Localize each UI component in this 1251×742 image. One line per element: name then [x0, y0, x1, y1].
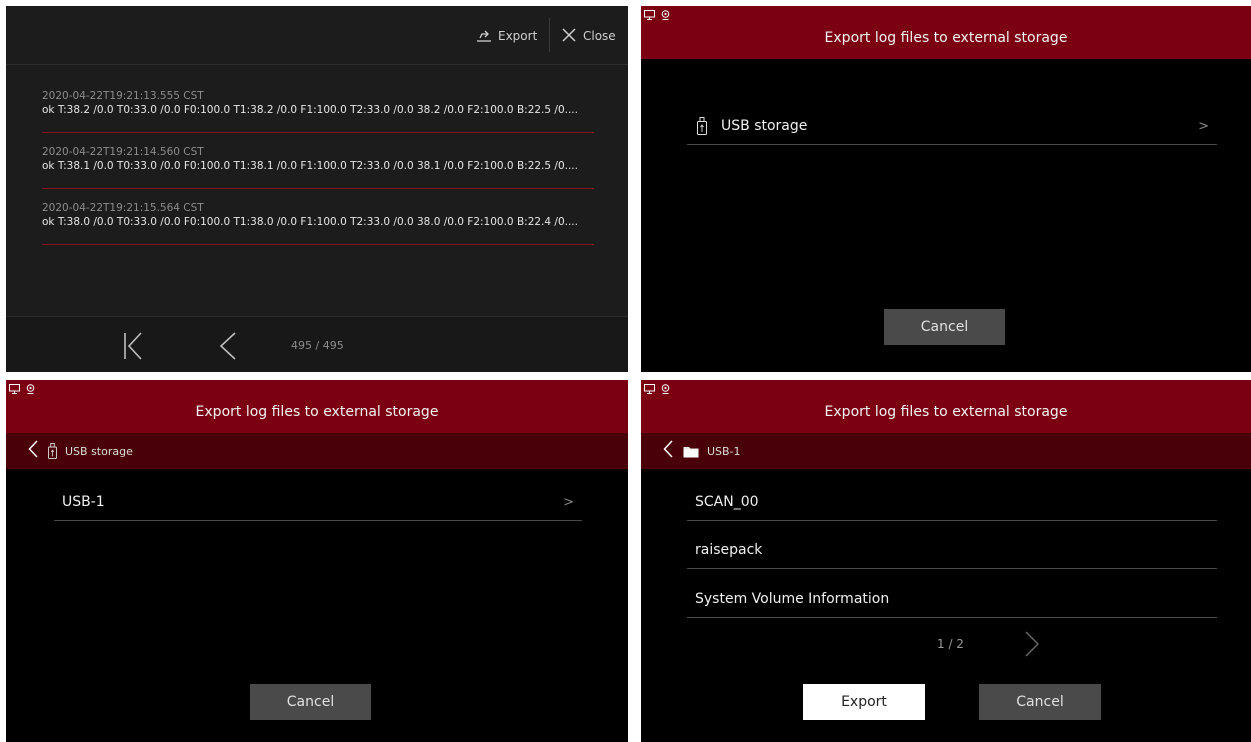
- cancel-button[interactable]: Cancel: [250, 684, 371, 720]
- chevron-right-icon: >: [563, 494, 574, 510]
- log-viewer-panel: Export Close 2020-04-22T19:21:13.555 CST…: [6, 6, 628, 372]
- dialog-title: Export log files to external storage: [824, 404, 1068, 420]
- log-message: ok T:38.2 /0.0 T0:33.0 /0.0 F0:100.0 T1:…: [42, 104, 578, 116]
- back-arrow-icon: [28, 440, 38, 462]
- page-indicator: 1 / 2: [937, 637, 964, 651]
- export-dialog-folder: Export log files to external storage USB…: [641, 380, 1251, 742]
- folder-item-label: System Volume Information: [695, 591, 890, 607]
- monitor-icon: [644, 6, 655, 24]
- log-entry: 2020-04-22T19:21:15.564 CST ok T:38.0 /0…: [42, 202, 594, 245]
- dialog-header: Export log files to external storage: [6, 380, 628, 433]
- next-page-button[interactable]: [1024, 630, 1040, 662]
- webcam-icon: [26, 380, 35, 398]
- breadcrumb: USB-1: [641, 433, 1251, 469]
- log-viewer-toolbar: Export Close: [6, 6, 628, 65]
- close-label: Close: [583, 29, 616, 43]
- export-button[interactable]: Export: [476, 24, 537, 48]
- log-timestamp: 2020-04-22T19:21:13.555 CST: [42, 90, 204, 102]
- first-page-icon: [122, 332, 144, 365]
- folder-item[interactable]: System Volume Information: [687, 581, 1217, 618]
- log-entry: 2020-04-22T19:21:14.560 CST ok T:38.1 /0…: [42, 146, 594, 189]
- folder-item[interactable]: raisepack: [687, 532, 1217, 569]
- breadcrumb: USB storage: [6, 433, 628, 469]
- next-page-icon: [1024, 631, 1040, 662]
- breadcrumb-label: USB storage: [65, 444, 133, 458]
- breadcrumb-label: USB-1: [707, 444, 741, 458]
- folder-item[interactable]: SCAN_00: [687, 484, 1217, 521]
- export-dialog-drive: Export log files to external storage USB…: [6, 380, 628, 742]
- prev-page-button[interactable]: [216, 331, 238, 365]
- folder-item-label: SCAN_00: [695, 494, 759, 510]
- first-page-button[interactable]: [122, 331, 144, 365]
- monitor-icon: [9, 380, 20, 398]
- page-indicator: 495 / 495: [291, 339, 344, 352]
- storage-item-label: USB storage: [721, 118, 808, 134]
- log-list: 2020-04-22T19:21:13.555 CST ok T:38.2 /0…: [42, 90, 594, 258]
- chevron-right-icon: >: [1198, 118, 1209, 134]
- webcam-icon: [661, 380, 670, 398]
- export-icon: [476, 28, 498, 45]
- webcam-icon: [661, 6, 670, 24]
- dialog-header: Export log files to external storage: [641, 6, 1251, 59]
- dialog-title: Export log files to external storage: [824, 30, 1068, 46]
- cancel-button[interactable]: Cancel: [884, 309, 1005, 345]
- close-icon: [561, 27, 583, 46]
- cancel-button[interactable]: Cancel: [979, 684, 1101, 720]
- dialog-header: Export log files to external storage: [641, 380, 1251, 433]
- export-button[interactable]: Export: [803, 684, 925, 720]
- status-bar: [6, 380, 628, 396]
- log-message: ok T:38.1 /0.0 T0:33.0 /0.0 F0:100.0 T1:…: [42, 160, 578, 172]
- prev-page-icon: [216, 332, 238, 365]
- back-arrow-icon: [663, 440, 673, 462]
- drive-item-usb-1[interactable]: USB-1 >: [54, 484, 582, 521]
- storage-item-usb[interactable]: USB storage >: [687, 108, 1217, 145]
- back-button[interactable]: [28, 440, 38, 462]
- log-entry: 2020-04-22T19:21:13.555 CST ok T:38.2 /0…: [42, 90, 594, 133]
- monitor-icon: [644, 380, 655, 398]
- export-dialog-storage: Export log files to external storage USB…: [641, 6, 1251, 372]
- status-bar: [641, 6, 1251, 22]
- status-bar: [641, 380, 1251, 396]
- log-timestamp: 2020-04-22T19:21:15.564 CST: [42, 202, 204, 214]
- export-label: Export: [498, 29, 538, 43]
- close-button[interactable]: Close: [561, 24, 616, 48]
- usb-drive-icon: [697, 117, 707, 135]
- back-button[interactable]: [663, 440, 673, 462]
- drive-item-label: USB-1: [62, 494, 105, 510]
- log-message: ok T:38.0 /0.0 T0:33.0 /0.0 F0:100.0 T1:…: [42, 216, 578, 228]
- log-timestamp: 2020-04-22T19:21:14.560 CST: [42, 146, 204, 158]
- toolbar-divider: [549, 18, 550, 52]
- folder-item-label: raisepack: [695, 542, 763, 558]
- dialog-title: Export log files to external storage: [195, 404, 439, 420]
- folder-icon: [683, 445, 699, 458]
- usb-drive-icon: [48, 443, 57, 459]
- pagination-bar: 495 / 495: [6, 316, 628, 372]
